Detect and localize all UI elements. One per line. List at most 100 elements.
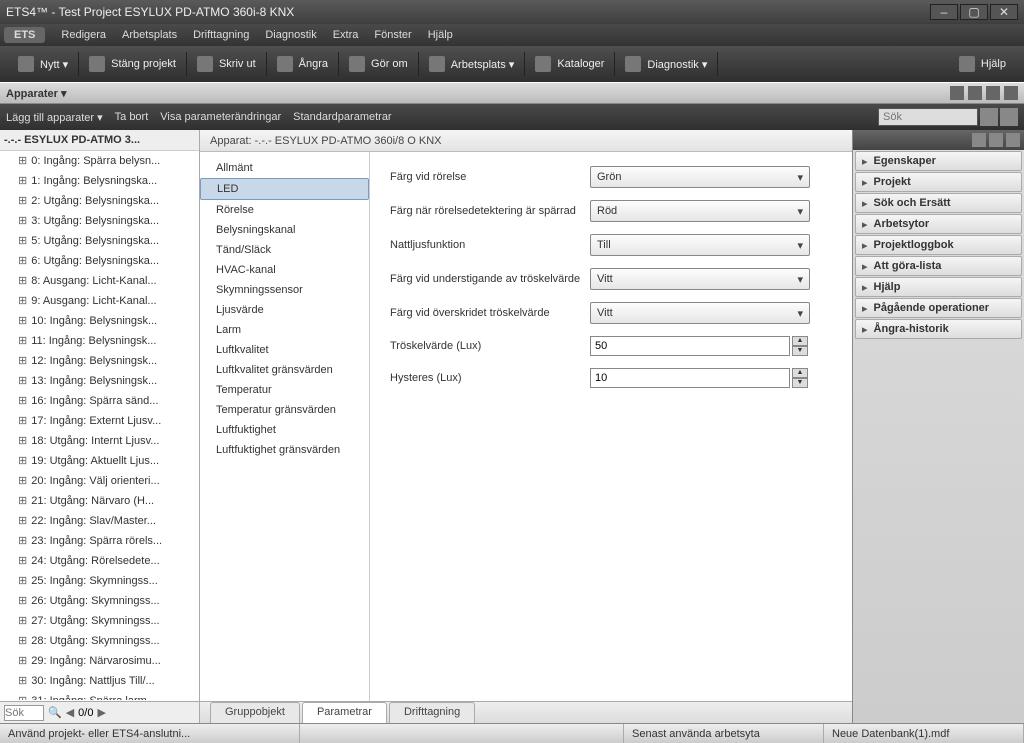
tree-item[interactable]: 24: Utgång: Rörelsedete...: [0, 551, 199, 571]
category-item[interactable]: Ljusvärde: [200, 300, 369, 320]
category-item[interactable]: Allmänt: [200, 158, 369, 178]
menu-arbetsplats[interactable]: Arbetsplats: [114, 27, 185, 43]
skriv-ut-button[interactable]: Skriv ut: [187, 52, 267, 76]
lagg-till-button[interactable]: Lägg till apparater ▾: [6, 111, 103, 124]
tree-item[interactable]: 17: Ingång: Externt Ljusv...: [0, 411, 199, 431]
tree-item[interactable]: 25: Ingång: Skymningss...: [0, 571, 199, 591]
arrow-right-icon[interactable]: [1006, 133, 1020, 147]
tab-gruppobjekt[interactable]: Gruppobjekt: [210, 702, 300, 723]
accordion-item[interactable]: Arbetsytor: [855, 214, 1022, 234]
farg-under-dropdown[interactable]: Vitt: [590, 268, 810, 290]
spin-down-button[interactable]: ▼: [792, 378, 808, 388]
standard-param-button[interactable]: Standardparametrar: [293, 111, 391, 123]
close-button[interactable]: ✕: [990, 4, 1018, 20]
minimize-button[interactable]: –: [930, 4, 958, 20]
tree-item[interactable]: 12: Ingång: Belysningsk...: [0, 351, 199, 371]
accordion-item[interactable]: Att göra-lista: [855, 256, 1022, 276]
tree-item[interactable]: 20: Ingång: Välj orienteri...: [0, 471, 199, 491]
tree-item[interactable]: 6: Utgång: Belysningska...: [0, 251, 199, 271]
category-item[interactable]: Temperatur gränsvärden: [200, 400, 369, 420]
tree-search-input[interactable]: [4, 705, 44, 721]
category-item[interactable]: Tänd/Släck: [200, 240, 369, 260]
tree-item[interactable]: 31: Ingång: Spärra larm -: [0, 691, 199, 700]
hjalp-button[interactable]: Hjälp: [949, 52, 1016, 76]
gear-icon[interactable]: [972, 133, 986, 147]
category-item[interactable]: Skymningssensor: [200, 280, 369, 300]
category-item[interactable]: Luftfuktighet: [200, 420, 369, 440]
accordion-item[interactable]: Projektloggbok: [855, 235, 1022, 255]
spin-up-button[interactable]: ▲: [792, 368, 808, 378]
category-item[interactable]: Temperatur: [200, 380, 369, 400]
category-item[interactable]: HVAC-kanal: [200, 260, 369, 280]
stang-projekt-button[interactable]: Stäng projekt: [79, 52, 187, 76]
visa-param-button[interactable]: Visa parameterändringar: [160, 111, 281, 123]
tree-item[interactable]: 26: Utgång: Skymningss...: [0, 591, 199, 611]
tree-item[interactable]: 27: Utgång: Skymningss...: [0, 611, 199, 631]
tab-parametrar[interactable]: Parametrar: [302, 702, 387, 723]
tree-item[interactable]: 23: Ingång: Spärra rörels...: [0, 531, 199, 551]
tree-item[interactable]: 16: Ingång: Spärra sänd...: [0, 391, 199, 411]
category-item[interactable]: Luftkvalitet gränsvärden: [200, 360, 369, 380]
tree-item[interactable]: 10: Ingång: Belysningsk...: [0, 311, 199, 331]
maximize-button[interactable]: ▢: [960, 4, 988, 20]
tree-item[interactable]: 28: Utgång: Skymningss...: [0, 631, 199, 651]
menu-extra[interactable]: Extra: [325, 27, 367, 43]
spin-down-button[interactable]: ▼: [792, 346, 808, 356]
menu-fonster[interactable]: Fönster: [366, 27, 419, 43]
category-item[interactable]: Luftkvalitet: [200, 340, 369, 360]
angra-button[interactable]: Ångra: [267, 52, 339, 76]
category-item[interactable]: LED: [200, 178, 369, 200]
tree-item[interactable]: 3: Utgång: Belysningska...: [0, 211, 199, 231]
tree-item[interactable]: 30: Ingång: Nattljus Till/...: [0, 671, 199, 691]
nattljus-dropdown[interactable]: Till: [590, 234, 810, 256]
category-item[interactable]: Rörelse: [200, 200, 369, 220]
gor-om-button[interactable]: Gör om: [339, 52, 419, 76]
search-opts-icon[interactable]: [1000, 108, 1018, 126]
farg-rorelse-dropdown[interactable]: Grön: [590, 166, 810, 188]
tree-item[interactable]: 11: Ingång: Belysningsk...: [0, 331, 199, 351]
panel-close-icon[interactable]: [1004, 86, 1018, 100]
category-item[interactable]: Larm: [200, 320, 369, 340]
tree-item[interactable]: 18: Utgång: Internt Ljusv...: [0, 431, 199, 451]
nytt-button[interactable]: Nytt ▾: [8, 52, 79, 76]
tree-item[interactable]: 8: Ausgang: Licht-Kanal...: [0, 271, 199, 291]
tree-item[interactable]: 19: Utgång: Aktuellt Ljus...: [0, 451, 199, 471]
tree-item[interactable]: 29: Ingång: Närvarosimu...: [0, 651, 199, 671]
menu-hjalp[interactable]: Hjälp: [420, 27, 461, 43]
panel-title[interactable]: Apparater ▾: [6, 87, 67, 100]
tree-item[interactable]: 5: Utgång: Belysningska...: [0, 231, 199, 251]
accordion-item[interactable]: Hjälp: [855, 277, 1022, 297]
menu-drifttagning[interactable]: Drifttagning: [185, 27, 257, 43]
tree-item[interactable]: 1: Ingång: Belysningska...: [0, 171, 199, 191]
ets-menu[interactable]: ETS: [4, 27, 45, 43]
accordion-item[interactable]: Pågående operationer: [855, 298, 1022, 318]
tree-item[interactable]: 9: Ausgang: Licht-Kanal...: [0, 291, 199, 311]
tree-item[interactable]: 13: Ingång: Belysningsk...: [0, 371, 199, 391]
accordion-item[interactable]: Egenskaper: [855, 151, 1022, 171]
farg-sparrad-dropdown[interactable]: Röd: [590, 200, 810, 222]
search-go-icon[interactable]: [980, 108, 998, 126]
arrow-left-icon[interactable]: [989, 133, 1003, 147]
layout2-icon[interactable]: [968, 86, 982, 100]
accordion-item[interactable]: Sök och Ersätt: [855, 193, 1022, 213]
menu-diagnostik[interactable]: Diagnostik: [257, 27, 324, 43]
spin-up-button[interactable]: ▲: [792, 336, 808, 346]
arbetsplats-button[interactable]: Arbetsplats ▾: [419, 52, 526, 76]
tree-item[interactable]: 2: Utgång: Belysningska...: [0, 191, 199, 211]
category-item[interactable]: Luftfuktighet gränsvärden: [200, 440, 369, 460]
layout3-icon[interactable]: [986, 86, 1000, 100]
kataloger-button[interactable]: Kataloger: [525, 52, 615, 76]
tree-item[interactable]: 0: Ingång: Spärra belysn...: [0, 151, 199, 171]
accordion-item[interactable]: Ångra-historik: [855, 319, 1022, 339]
layout1-icon[interactable]: [950, 86, 964, 100]
category-item[interactable]: Belysningskanal: [200, 220, 369, 240]
diagnostik-button[interactable]: Diagnostik ▾: [615, 52, 718, 76]
search-input[interactable]: [878, 108, 978, 126]
menu-redigera[interactable]: Redigera: [53, 27, 114, 43]
hysteres-input[interactable]: [590, 368, 790, 388]
accordion-item[interactable]: Projekt: [855, 172, 1022, 192]
tree-item[interactable]: 21: Utgång: Närvaro (H...: [0, 491, 199, 511]
tab-drifttagning[interactable]: Drifttagning: [389, 702, 475, 723]
tree-root[interactable]: -.-.- ESYLUX PD-ATMO 3...: [0, 130, 199, 151]
troskel-input[interactable]: [590, 336, 790, 356]
